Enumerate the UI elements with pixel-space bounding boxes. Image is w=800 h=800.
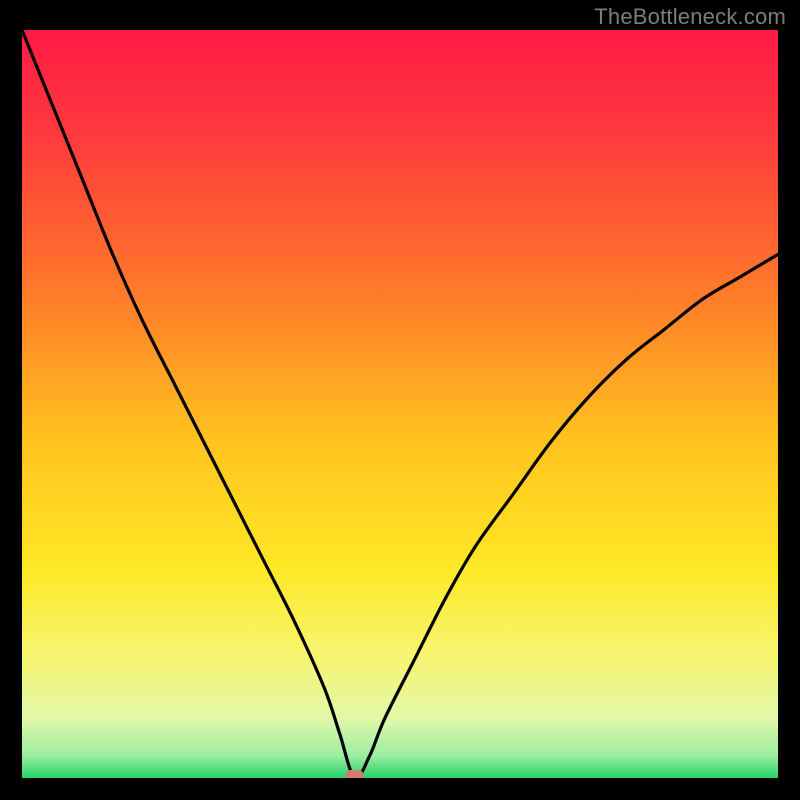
bottleneck-chart xyxy=(22,30,778,778)
min-marker xyxy=(346,770,364,778)
watermark-text: TheBottleneck.com xyxy=(594,4,786,30)
chart-wrapper: TheBottleneck.com xyxy=(0,0,800,800)
gradient-background xyxy=(22,30,778,778)
